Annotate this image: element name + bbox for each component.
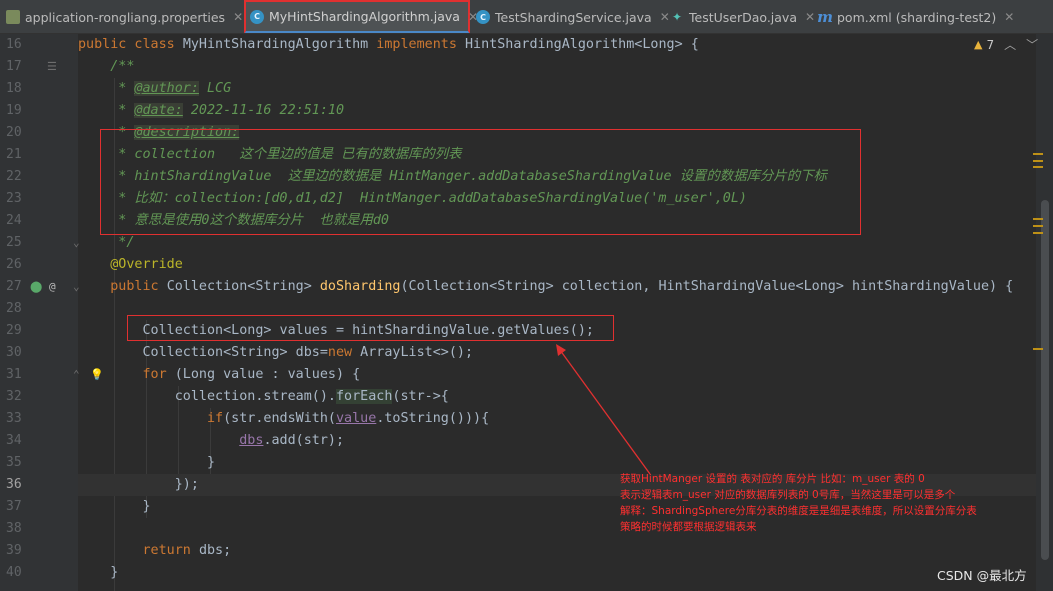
chevron-up-icon[interactable]: ︿ [1004,36,1016,53]
scroll-marker[interactable] [1033,348,1043,350]
scroll-marker[interactable] [1033,160,1043,162]
scroll-marker[interactable] [1033,153,1043,155]
annotation-note: 获取HintManger 设置的 表对应的 库分片 比如：m_user 表的 0… [620,471,1020,535]
chevron-down-icon[interactable]: ﹀ [1026,36,1038,53]
warning-icon: ▲ [974,38,983,51]
annotation-line: 策略的时候都要根据逻辑表来 [620,521,757,533]
annotation-line: 获取HintManger 设置的 表对应的 库分片 比如：m_user 表的 0 [620,473,925,485]
vertical-scrollbar[interactable] [1041,200,1049,560]
inspection-widget[interactable]: ▲ 7 ︿ ﹀ [974,36,1038,53]
annotation-line: 表示逻辑表m_user 对应的数据库列表的 0号库，当然这里是可以是多个 [620,489,956,501]
arrow-head [556,344,566,356]
arrow-line [559,349,651,475]
scroll-marker[interactable] [1033,225,1043,227]
annotation-line: 解释：ShardingSphere分库分表的维度是是细是表维度，所以设置分库分表 [620,505,977,517]
scroll-marker[interactable] [1033,166,1043,168]
warning-count: 7 [986,37,995,52]
scroll-marker[interactable] [1033,218,1043,220]
watermark: CSDN @最北方 [937,568,1027,583]
scroll-marker[interactable] [1033,232,1043,234]
